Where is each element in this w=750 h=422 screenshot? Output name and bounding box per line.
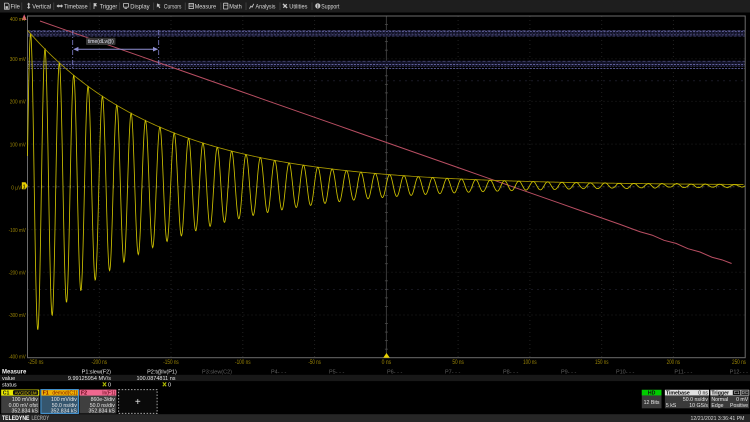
svg-text:Positive: Positive xyxy=(730,403,748,409)
svg-text:P6- - -: P6- - - xyxy=(387,369,402,375)
svg-text:-200 ns: -200 ns xyxy=(92,360,108,366)
svg-text:C1: C1 xyxy=(3,391,10,397)
svg-text:Vertical: Vertical xyxy=(32,4,51,11)
svg-text:Cursors: Cursors xyxy=(164,4,182,11)
svg-text:352.834 kS: 352.834 kS xyxy=(51,409,78,415)
svg-text:0: 0 xyxy=(108,382,111,388)
svg-text:0 ns: 0 ns xyxy=(698,390,708,396)
svg-text:Display: Display xyxy=(130,4,150,11)
svg-text:50.0 ns/div: 50.0 ns/div xyxy=(683,397,708,403)
svg-text:AVG|DC1M: AVG|DC1M xyxy=(15,390,37,395)
svg-text:+: + xyxy=(135,397,141,408)
svg-text:-50 ns: -50 ns xyxy=(308,360,321,366)
svg-text:P4- - -: P4- - - xyxy=(271,369,286,375)
svg-text:250 ns: 250 ns xyxy=(732,360,746,366)
svg-text:Measure: Measure xyxy=(195,4,217,11)
svg-text:P2:t@lv(P1): P2:t@lv(P1) xyxy=(147,369,177,375)
svg-text:Trigger: Trigger xyxy=(100,4,118,11)
svg-text:200 ns: 200 ns xyxy=(667,360,681,366)
svg-text:-300 mV: -300 mV xyxy=(9,313,27,319)
svg-text:DC: DC xyxy=(742,390,748,395)
svg-text:Support: Support xyxy=(321,4,339,11)
svg-text:300 mV: 300 mV xyxy=(10,57,26,63)
svg-text:10 GS/s: 10 GS/s xyxy=(689,403,708,409)
svg-text:100 ns: 100 ns xyxy=(523,360,537,366)
svg-text:352.834 kS: 352.834 kS xyxy=(89,409,116,415)
svg-text:Utilities: Utilities xyxy=(289,4,307,11)
svg-text:Normal: Normal xyxy=(711,397,728,403)
svg-text:Trigger: Trigger xyxy=(711,390,729,396)
svg-text:Edge: Edge xyxy=(711,403,723,409)
svg-text:P8- - -: P8- - - xyxy=(503,369,518,375)
svg-text:time(dLv@): time(dLv@) xyxy=(88,39,114,45)
svg-text:-150 ns: -150 ns xyxy=(163,360,179,366)
svg-text:TELEDYNE: TELEDYNE xyxy=(2,415,30,422)
svg-text:1: 1 xyxy=(23,185,26,191)
svg-text:F1: F1 xyxy=(43,391,49,397)
svg-text:P10- - -: P10- - - xyxy=(616,369,635,375)
svg-text:HD: HD xyxy=(648,390,656,396)
svg-text:50 ns: 50 ns xyxy=(452,360,464,366)
svg-text:P5- - -: P5- - - xyxy=(329,369,344,375)
svg-text:9.99125954 MV/s: 9.99125954 MV/s xyxy=(68,376,111,382)
svg-text:status: status xyxy=(2,382,17,388)
svg-text:Timebase: Timebase xyxy=(64,4,88,11)
svg-text:5 kS: 5 kS xyxy=(666,403,677,409)
svg-text:100.0874811 ns: 100.0874811 ns xyxy=(136,376,175,382)
svg-text:Timebase: Timebase xyxy=(666,390,690,396)
svg-text:0: 0 xyxy=(168,382,171,388)
svg-text:150 ns: 150 ns xyxy=(595,360,609,366)
svg-text:Measure: Measure xyxy=(2,369,27,375)
svg-text:-400 mV: -400 mV xyxy=(9,354,27,360)
svg-text:LECROY: LECROY xyxy=(32,415,50,422)
svg-text:-200 mV: -200 mV xyxy=(9,271,27,277)
svg-text:P1:slew(F2): P1:slew(F2) xyxy=(82,369,112,375)
svg-text:P9- - -: P9- - - xyxy=(561,369,576,375)
svg-text:352.834 kS: 352.834 kS xyxy=(12,409,39,415)
svg-text:P12- - -: P12- - - xyxy=(730,369,749,375)
svg-text:12/21/2021 3:36:41 PM: 12/21/2021 3:36:41 PM xyxy=(691,416,745,422)
svg-text:P7- - -: P7- - - xyxy=(445,369,460,375)
svg-text:0 ns: 0 ns xyxy=(382,360,392,366)
svg-text:F2: F2 xyxy=(81,391,87,397)
svg-text:ln(F1): ln(F1) xyxy=(102,391,115,397)
svg-text:P11- - -: P11- - - xyxy=(674,369,692,375)
svg-text:200 mV: 200 mV xyxy=(10,100,26,106)
svg-text:0 µV: 0 µV xyxy=(11,185,21,191)
svg-text:C1: C1 xyxy=(734,390,740,395)
svg-text:12 Bits: 12 Bits xyxy=(644,400,660,406)
svg-text:File: File xyxy=(11,4,21,11)
svg-text:value: value xyxy=(2,376,15,382)
svg-text:0 mV: 0 mV xyxy=(736,397,749,403)
svg-text:100 mV: 100 mV xyxy=(10,142,26,148)
svg-text:Analysis: Analysis xyxy=(256,4,276,11)
svg-text:-100 mV: -100 mV xyxy=(9,228,27,234)
svg-text:-100 ns: -100 ns xyxy=(235,360,251,366)
svg-text:P3:slew(C2): P3:slew(C2) xyxy=(202,369,232,375)
svg-text:Math: Math xyxy=(229,4,242,11)
svg-text:demod(C1): demod(C1) xyxy=(52,391,77,397)
svg-text:400 mV: 400 mV xyxy=(10,17,26,23)
svg-text:-250 ns: -250 ns xyxy=(28,360,44,366)
